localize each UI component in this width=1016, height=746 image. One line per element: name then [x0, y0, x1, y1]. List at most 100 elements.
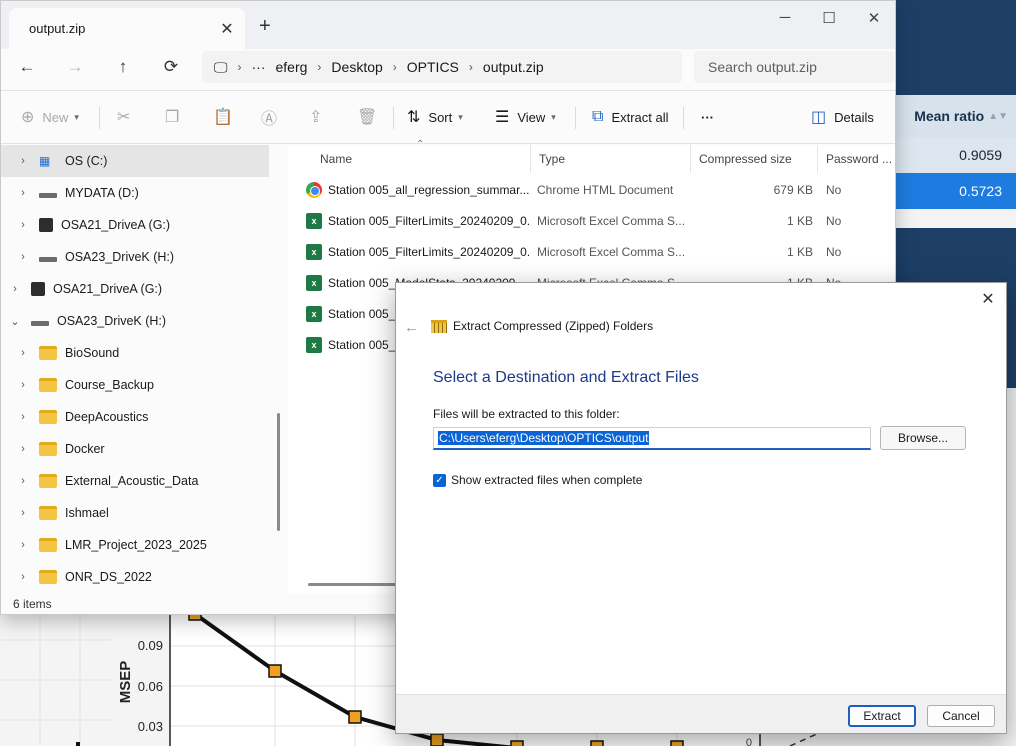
cancel-button[interactable]: Cancel [927, 705, 995, 727]
extract-button[interactable]: Extract [848, 705, 916, 727]
nav-item[interactable]: › MYDATA (D:) [1, 177, 269, 209]
table-row-selected[interactable]: 0.5723 [896, 173, 1016, 209]
nav-item[interactable]: › DeepAcoustics [1, 401, 269, 433]
up-icon[interactable]: ↑ [109, 57, 137, 81]
close-tab-icon[interactable]: ✕ [215, 19, 239, 39]
nav-item[interactable]: › Course_Backup [1, 369, 269, 401]
chevron-right-icon: › [392, 60, 397, 74]
column-header-password[interactable]: Password ... [818, 145, 895, 173]
minimize-icon[interactable]: ─ [775, 9, 795, 26]
nav-item[interactable]: › OSA21_DriveA (G:) [1, 209, 269, 241]
checkbox-checked[interactable]: ✓ [433, 473, 446, 487]
destination-path-input[interactable]: C:\Users\eferg\Desktop\OPTICS\output [433, 427, 871, 450]
column-header-type[interactable]: Type [531, 145, 691, 173]
tab-bar: output.zip ✕ + ─ ☐ ✕ [1, 1, 895, 49]
refresh-icon[interactable]: ⟳ [157, 57, 185, 81]
data-point [268, 664, 282, 678]
breadcrumb-more[interactable]: ··· [252, 59, 266, 75]
folder-icon [39, 538, 57, 552]
nav-item[interactable]: › Ishmael [1, 497, 269, 529]
file-name: Station 005_FilterLimits_20240209_0... [328, 213, 530, 228]
breadcrumb-item[interactable]: Desktop [331, 59, 382, 75]
column-label: Name [320, 152, 353, 166]
sort-button[interactable]: ⇅ Sort ▾ [407, 105, 463, 129]
nav-item[interactable]: › BioSound [1, 337, 269, 369]
column-header-name[interactable]: Name ⌃ [312, 139, 531, 173]
chevron-right-icon[interactable]: › [17, 475, 29, 487]
view-button[interactable]: ☰ View ▾ [495, 105, 556, 129]
chevron-right-icon[interactable]: › [17, 379, 29, 391]
browse-button[interactable]: Browse... [880, 426, 966, 450]
chevron-right-icon[interactable]: › [17, 347, 29, 359]
nav-item[interactable]: › External_Acoustic_Data [1, 465, 269, 497]
paste-button[interactable]: 📋 [213, 105, 241, 129]
maximize-icon[interactable]: ☐ [819, 9, 839, 27]
destination-path-text: C:\Users\eferg\Desktop\OPTICS\output [438, 431, 650, 445]
back-arrow-icon[interactable]: ← [404, 319, 419, 336]
table-header-mean-ratio[interactable]: Mean ratio ▲▼ [896, 95, 1016, 137]
nav-item[interactable]: › ONR_DS_2022 [1, 561, 269, 593]
dialog-title-text: Extract Compressed (Zipped) Folders [453, 319, 654, 333]
chevron-right-icon[interactable]: › [17, 443, 29, 455]
close-window-icon[interactable]: ✕ [864, 9, 884, 27]
chevron-down-icon[interactable]: ⌄ [9, 315, 21, 328]
y-tick-label: 0.03 [138, 719, 163, 734]
extract-all-button[interactable]: ⧉ Extract all [592, 105, 669, 129]
back-icon[interactable]: ← [13, 57, 41, 81]
rename-icon: Ⓐ [261, 111, 278, 128]
data-point [670, 740, 684, 746]
nav-item[interactable]: ⌄ OSA23_DriveK (H:) [1, 305, 269, 337]
horizontal-scrollbar[interactable] [308, 583, 408, 586]
trash-icon: 🗑 [357, 109, 378, 126]
dialog-title: Extract Compressed (Zipped) Folders [431, 319, 653, 333]
breadcrumb-item[interactable]: OPTICS [407, 59, 459, 75]
breadcrumb-item[interactable]: output.zip [483, 59, 544, 75]
file-row[interactable]: x Station 005_FilterLimits_20240209_0... M… [306, 205, 886, 236]
share-button[interactable]: ⇪ [309, 105, 330, 129]
show-files-checkbox-row[interactable]: ✓ Show extracted files when complete [433, 473, 642, 487]
chevron-right-icon[interactable]: › [9, 283, 21, 295]
excel-csv-icon: x [306, 243, 322, 260]
close-dialog-icon[interactable]: ✕ [978, 289, 998, 309]
table-row[interactable]: 0.9059 [896, 137, 1016, 173]
file-size: 679 KB [773, 182, 813, 197]
more-options-icon[interactable]: ··· [701, 105, 714, 129]
rename-button[interactable]: Ⓐ [261, 105, 285, 129]
cut-button[interactable]: ✂ [117, 105, 138, 129]
file-row[interactable]: x Station 005_FilterLimits_20240209_0... M… [306, 236, 886, 267]
extract-icon: ⧉ [592, 108, 604, 125]
search-input[interactable]: Search output.zip [694, 51, 894, 83]
address-breadcrumb[interactable]: 🖵 › ··· eferg › Desktop › OPTICS › outpu… [202, 51, 682, 83]
details-button[interactable]: ◫ Details [811, 105, 874, 129]
nav-item[interactable]: › OSA21_DriveA (G:) [1, 273, 269, 305]
folder-icon [39, 346, 57, 360]
nav-item[interactable]: › OSA23_DriveK (H:) [1, 241, 269, 273]
new-button[interactable]: ⊕ New ▾ [21, 105, 79, 129]
chevron-right-icon[interactable]: › [17, 155, 29, 167]
chevron-right-icon[interactable]: › [17, 507, 29, 519]
tab-output-zip[interactable]: output.zip ✕ [9, 8, 245, 49]
delete-button[interactable]: 🗑 [357, 105, 385, 129]
nav-item[interactable]: › Docker [1, 433, 269, 465]
nav-item[interactable]: › ▦ OS (C:) [1, 145, 269, 177]
file-row[interactable]: Station 005_all_regression_summar... Chro… [306, 174, 886, 205]
new-tab-icon[interactable]: + [259, 15, 271, 38]
chevron-right-icon[interactable]: › [17, 411, 29, 423]
column-label: Compressed size [699, 152, 792, 166]
chevron-right-icon[interactable]: › [17, 187, 29, 199]
chevron-right-icon[interactable]: › [17, 539, 29, 551]
chevron-right-icon[interactable]: › [17, 251, 29, 263]
chevron-right-icon[interactable]: › [17, 571, 29, 583]
forward-icon[interactable]: → [61, 57, 89, 81]
chevron-right-icon[interactable]: › [17, 219, 29, 231]
new-label: New [42, 109, 69, 125]
nav-item[interactable]: › LMR_Project_2023_2025 [1, 529, 269, 561]
column-header-compressed-size[interactable]: Compressed size [691, 145, 818, 173]
copy-button[interactable]: ❐ [165, 105, 187, 129]
breadcrumb-item[interactable]: eferg [276, 59, 308, 75]
checkbox-label: Show extracted files when complete [451, 473, 643, 487]
pc-icon[interactable]: 🖵 [214, 59, 228, 76]
sort-label: Sort [428, 109, 453, 125]
nav-scrollbar[interactable] [277, 413, 280, 531]
share-icon: ⇪ [309, 109, 323, 126]
